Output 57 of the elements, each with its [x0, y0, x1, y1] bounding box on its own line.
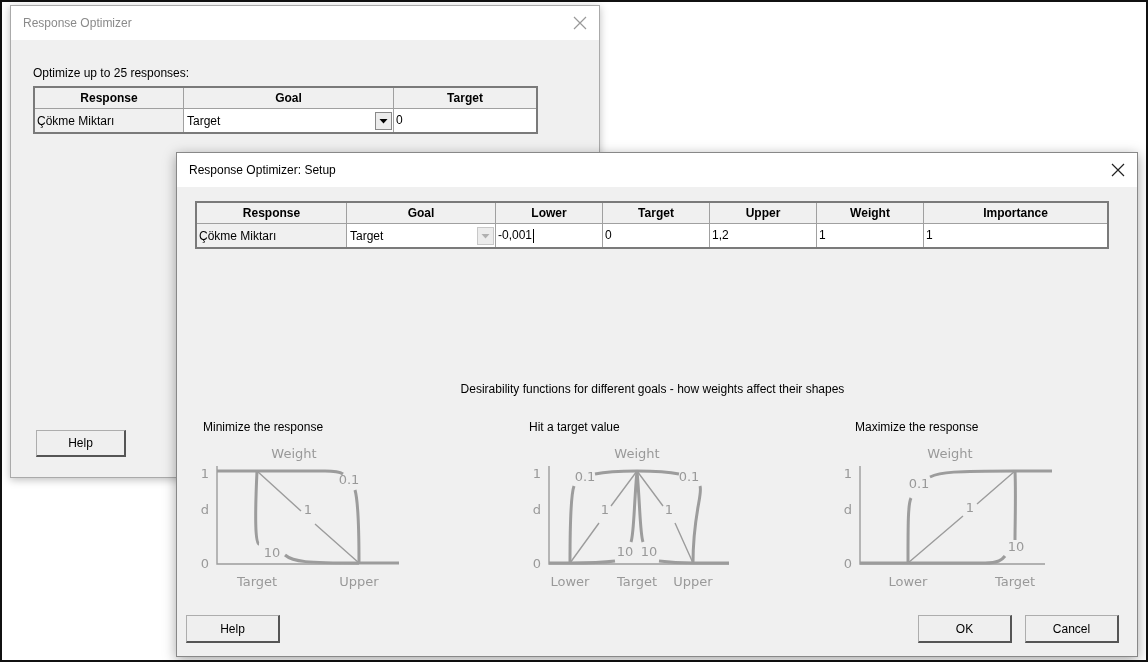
- axis-label: Weight: [927, 446, 973, 461]
- curve-label: 10: [640, 544, 658, 559]
- axis-label: Weight: [614, 446, 660, 461]
- column-header: Goal: [346, 202, 496, 224]
- column-header: Target: [602, 202, 710, 224]
- table-cell: Çökme Miktarı: [34, 108, 184, 133]
- axis-label: 0: [843, 556, 853, 571]
- column-header: Goal: [183, 87, 394, 109]
- curve-label: 10: [1007, 539, 1025, 554]
- axis-label: Weight: [271, 446, 317, 461]
- axis-label: Target: [994, 574, 1036, 589]
- table-cell: Çökme Miktarı: [196, 223, 347, 248]
- help-button[interactable]: Help: [36, 430, 126, 457]
- axis-label: Upper: [339, 574, 379, 589]
- ok-button[interactable]: OK: [918, 615, 1012, 643]
- description-text: Desirability functions for different goals - how weights affect their shapes: [459, 382, 846, 398]
- axis-label: d: [843, 502, 853, 517]
- axis-label: Target: [616, 574, 658, 589]
- axis-label: 1: [843, 466, 853, 481]
- column-header: Lower: [495, 202, 603, 224]
- axis-label: 0: [532, 556, 542, 571]
- column-header: Response: [34, 87, 184, 109]
- close-icon[interactable]: [1111, 163, 1125, 177]
- curve-label: 0.1: [678, 469, 700, 484]
- curve-label: 0.1: [908, 476, 930, 491]
- axis-label: 0: [200, 556, 210, 571]
- axis-label: d: [200, 502, 210, 517]
- diagram-title: Minimize the response: [203, 420, 325, 436]
- diagram-title: Maximize the response: [855, 420, 980, 436]
- cancel-button[interactable]: Cancel: [1025, 615, 1119, 643]
- column-header: Response: [196, 202, 347, 224]
- column-header: Target: [393, 87, 537, 109]
- axis-label: d: [532, 502, 542, 517]
- axis-label: Target: [236, 574, 278, 589]
- axis-label: Upper: [673, 574, 713, 589]
- curve-label: 1: [600, 502, 610, 517]
- curve-label: 10: [263, 545, 281, 560]
- window-title: Response Optimizer: [23, 16, 133, 30]
- window-title: Response Optimizer: Setup: [189, 163, 337, 177]
- axis-label: 1: [200, 466, 210, 481]
- curve-label: 1: [303, 502, 313, 517]
- diagram-title: Hit a target value: [529, 420, 621, 436]
- prompt-label: Optimize up to 25 responses:: [33, 66, 191, 80]
- column-header: Importance: [923, 202, 1108, 224]
- curve-label: 0.1: [574, 469, 596, 484]
- column-header: Upper: [709, 202, 817, 224]
- curve-label: 10: [616, 544, 634, 559]
- input-field[interactable]: -0,001: [495, 223, 603, 248]
- curve-label: 0.1: [338, 472, 360, 487]
- input-field[interactable]: 0: [602, 223, 710, 248]
- axis-label: Lower: [888, 574, 928, 589]
- column-header: Weight: [816, 202, 924, 224]
- curve-label: 1: [664, 502, 674, 517]
- help-button[interactable]: Help: [186, 615, 280, 643]
- curve-label: 1: [965, 500, 975, 515]
- axis-label: 1: [532, 466, 542, 481]
- axis-label: Lower: [550, 574, 590, 589]
